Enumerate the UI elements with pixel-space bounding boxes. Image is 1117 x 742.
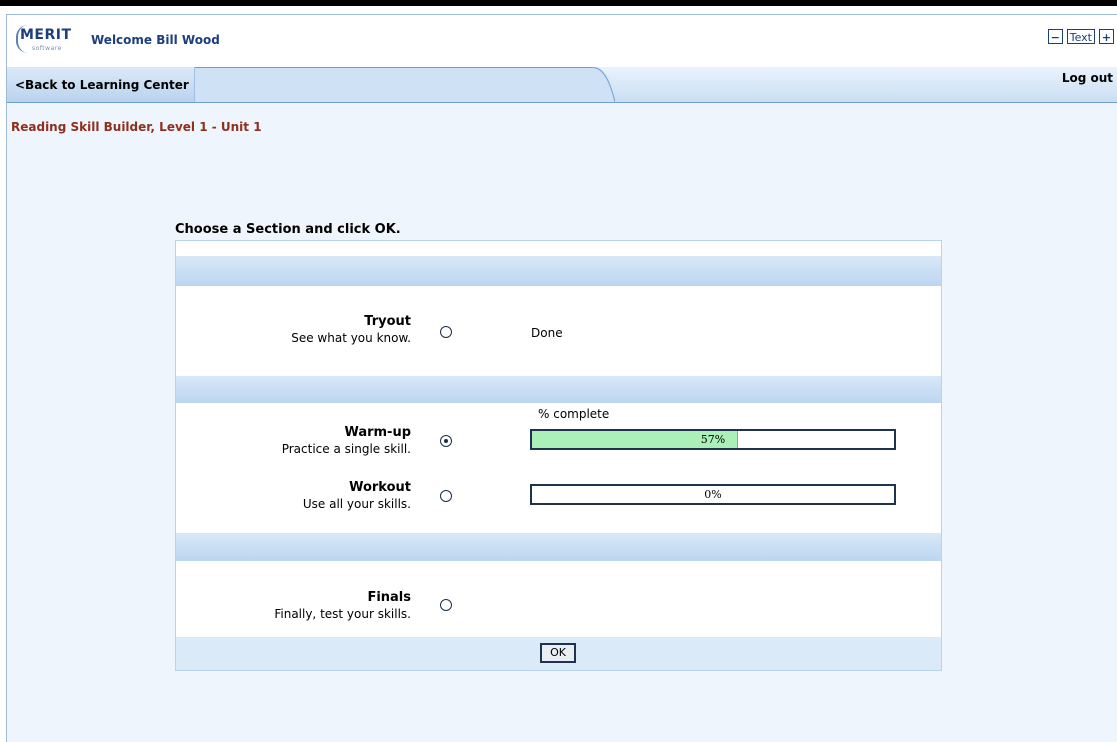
workout-progress-bar: 0% xyxy=(530,484,896,505)
nav-tab-curve xyxy=(195,67,615,102)
logo-subtext: software xyxy=(32,45,62,52)
welcome-message: Welcome Bill Wood xyxy=(91,33,220,47)
workout-title: Workout xyxy=(349,480,411,495)
panel-footer: OK xyxy=(176,637,941,670)
text-size-label: Text xyxy=(1066,29,1095,44)
finals-title: Finals xyxy=(367,590,411,605)
nav-bar: <Back to Learning Center xyxy=(7,67,1117,103)
warmup-title: Warm-up xyxy=(344,425,411,440)
workout-radio[interactable] xyxy=(440,490,452,502)
tryout-status: Done xyxy=(531,326,563,340)
instruction-text: Choose a Section and click OK. xyxy=(175,222,401,237)
logout-link[interactable]: Log out xyxy=(1062,71,1113,85)
tryout-radio[interactable] xyxy=(440,326,452,338)
merit-logo: MERIT software xyxy=(16,25,80,55)
section-band-1 xyxy=(176,256,941,286)
warmup-row: Warm-up Practice a single skill. xyxy=(176,425,411,456)
tryout-row: Tryout See what you know. xyxy=(176,314,411,345)
tryout-subtitle: See what you know. xyxy=(291,331,411,345)
header: MERIT software Welcome Bill Wood − Text … xyxy=(7,15,1117,67)
finals-subtitle: Finally, test your skills. xyxy=(274,607,411,621)
ok-button[interactable]: OK xyxy=(540,643,576,663)
workout-subtitle: Use all your skills. xyxy=(302,497,411,511)
warmup-progress-label: 57% xyxy=(700,433,726,446)
course-title: Reading Skill Builder, Level 1 - Unit 1 xyxy=(11,120,262,134)
warmup-subtitle: Practice a single skill. xyxy=(281,442,411,456)
progress-header: % complete xyxy=(538,407,610,421)
window-top-border xyxy=(0,0,1117,6)
section-panel: Tryout See what you know. Done % complet… xyxy=(175,240,942,671)
increase-text-button[interactable]: + xyxy=(1099,29,1114,44)
logo-text: MERIT xyxy=(20,27,72,43)
decrease-text-button[interactable]: − xyxy=(1047,29,1063,44)
workout-row: Workout Use all your skills. xyxy=(176,480,411,511)
finals-radio[interactable] xyxy=(440,599,452,611)
section-band-3 xyxy=(176,533,941,561)
warmup-progress-bar: 57% xyxy=(530,429,896,450)
tryout-title: Tryout xyxy=(364,314,411,329)
warmup-radio[interactable] xyxy=(440,435,452,447)
back-link-label: <Back to Learning Center xyxy=(15,78,189,92)
workout-progress-label: 0% xyxy=(704,488,722,501)
text-size-controls: − Text + xyxy=(1047,29,1114,44)
finals-row: Finals Finally, test your skills. xyxy=(176,590,411,621)
section-band-2 xyxy=(176,376,941,403)
back-to-learning-center-link[interactable]: <Back to Learning Center xyxy=(7,67,195,102)
